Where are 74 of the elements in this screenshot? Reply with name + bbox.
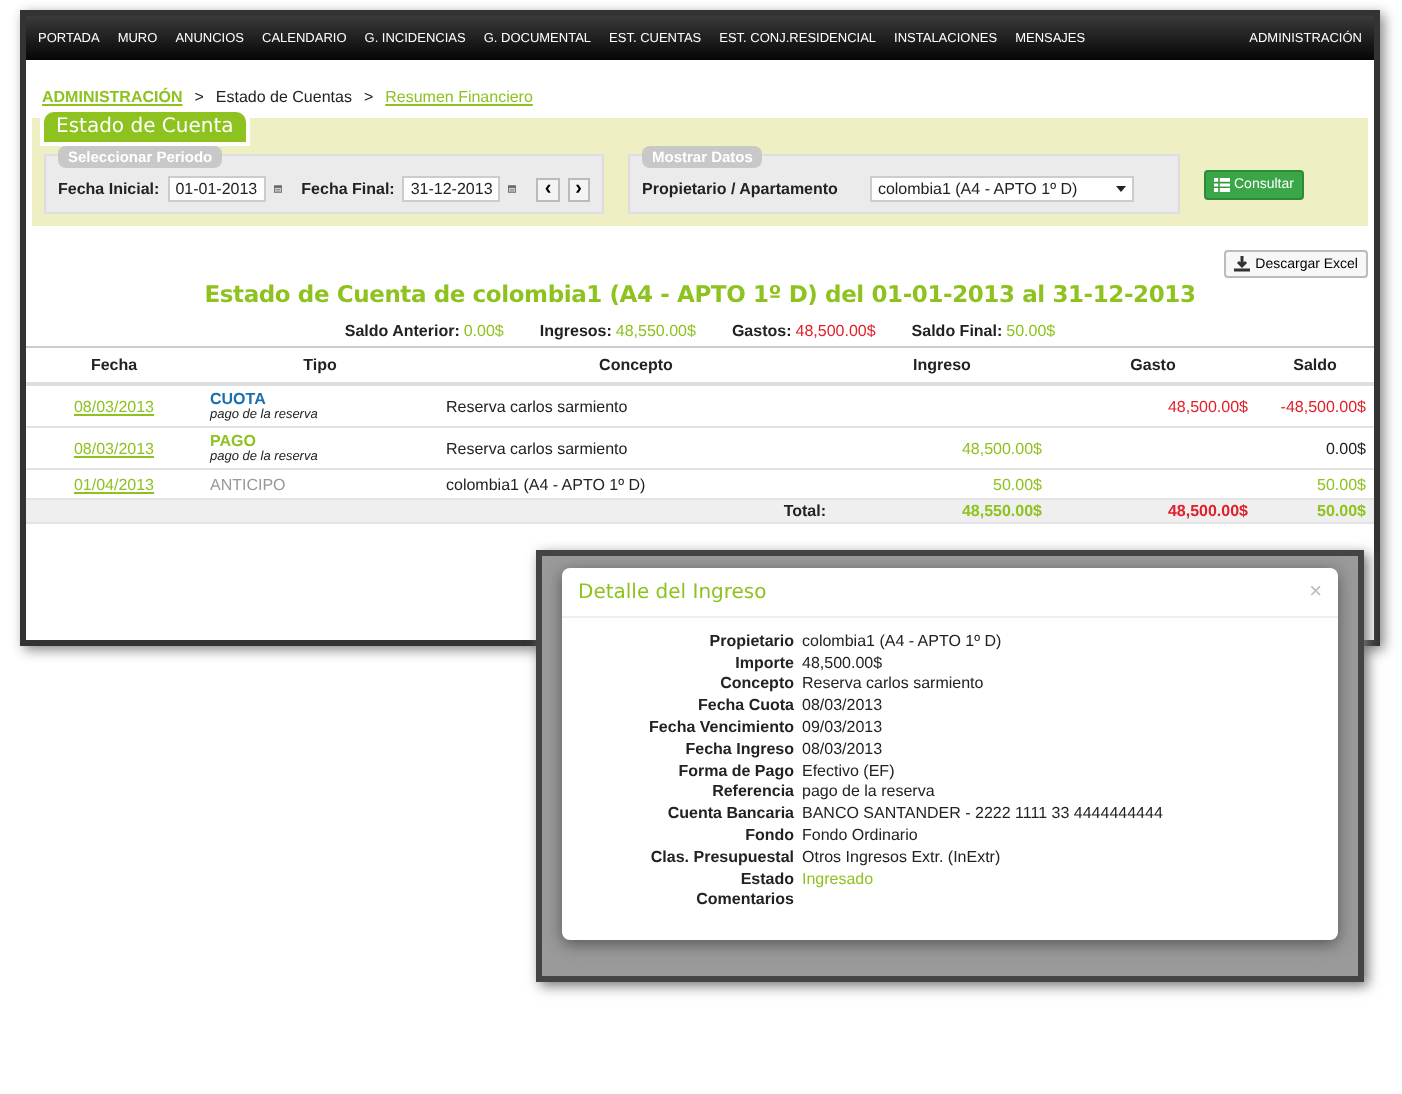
table-cell: colombia1 (A4 - APTO 1º D): [446, 475, 646, 493]
type-label: CUOTA: [210, 390, 268, 408]
detail-value: pago de la reserva: [802, 782, 935, 801]
detail-value: Ingresado: [802, 869, 874, 888]
detail-value: Otros Ingresos Extr. (InExtr): [802, 847, 1001, 866]
summary-label: Ingresos:: [539, 322, 612, 340]
detail-value: BANCO SANTANDER - 2222 1111 33 4444444444: [802, 804, 1163, 823]
column-header: Ingreso: [834, 347, 1050, 384]
next-button[interactable]: ›: [567, 177, 590, 201]
download-icon: [1233, 256, 1250, 272]
table-icon: [1214, 177, 1230, 191]
type-label: PAGO: [210, 432, 258, 450]
detail-label: Concepto: [718, 674, 794, 693]
detail-label: Referencia: [710, 782, 794, 801]
table-cell: 48,500.00$: [961, 439, 1042, 457]
detail-label: Propietario: [707, 631, 794, 650]
breadcrumb-current: Estado de Cuentas: [215, 88, 352, 106]
caret-icon: [1115, 186, 1126, 192]
table-cell: 0.00$: [1325, 439, 1366, 457]
column-header: Concepto: [438, 347, 834, 384]
calendar-icon[interactable]: [273, 180, 282, 198]
detail-label: Fecha Ingreso: [683, 739, 794, 758]
table-cell: 48,500.00$: [1167, 397, 1248, 415]
date-field[interactable]: 01-01-2013: [167, 176, 266, 202]
field-label: Fecha Inicial:: [58, 180, 160, 198]
table-cell: 50.00$: [1317, 475, 1366, 493]
table-cell: Reserva carlos sarmiento: [446, 397, 628, 415]
panel-title: Estado de Cuenta: [44, 112, 246, 142]
column-header: Fecha: [26, 347, 202, 384]
column-header: Gasto: [1050, 347, 1256, 384]
summary-label: Gastos:: [731, 322, 792, 340]
detail-value: 09/03/2013: [802, 718, 883, 737]
detail-value: Reserva carlos sarmiento: [802, 674, 984, 693]
table-cell: Reserva carlos sarmiento: [446, 439, 628, 457]
detail-label: Fondo: [743, 826, 794, 845]
report-title: Estado de Cuenta de colombia1 (A4 - APTO 1º D) del 01-01-2013 al 31-12-2013: [202, 280, 1198, 308]
detail-value: 08/03/2013: [802, 696, 883, 715]
field-label: Fecha Final:: [301, 180, 395, 198]
detail-value: 08/03/2013: [802, 739, 883, 758]
breadcrumb-separator: >: [363, 88, 374, 106]
detail-label: Fecha Cuota: [695, 696, 794, 715]
field-label: Propietario / Apartamento: [642, 180, 838, 198]
detail-value: 48,500.00$: [802, 653, 883, 672]
table-cell: 48,500.00$: [1167, 502, 1248, 520]
detail-label: Importe: [733, 653, 794, 672]
detail-label: Estado: [738, 869, 794, 888]
owner-dropdown[interactable]: colombia1 (A4 - APTO 1º D): [869, 176, 1134, 202]
summary-label: Saldo Final:: [911, 322, 1003, 340]
table-cell: -48,500.00$: [1280, 397, 1366, 415]
summary-label: Saldo Anterior:: [344, 322, 460, 340]
date-field[interactable]: 31-12-2013: [402, 176, 501, 202]
dialog-title: Detalle del Ingreso: [578, 581, 767, 603]
column-header: Saldo: [1256, 347, 1374, 384]
previous-button[interactable]: ‹: [536, 177, 560, 201]
calendar-icon[interactable]: [508, 180, 517, 198]
detail-label: Fecha Vencimiento: [647, 718, 794, 737]
table-cell: 50.00$: [1317, 502, 1366, 520]
total-label: Total:: [783, 502, 826, 520]
detail-label: Clas. Presupuestal: [648, 847, 794, 866]
detail-label: Forma de Pago: [676, 761, 794, 780]
detail-label: Comentarios: [694, 890, 794, 909]
column-header: Tipo: [202, 347, 438, 384]
detail-label: Cuenta Bancaria: [665, 804, 794, 823]
summary-value: 48,550.00$: [615, 322, 696, 340]
type-label: ANTICIPO: [210, 475, 288, 493]
summary-value: 0.00$: [463, 322, 504, 340]
summary-value: 48,500.00$: [795, 322, 876, 340]
detail-value: colombia1 (A4 - APTO 1º D): [802, 631, 1002, 650]
breadcrumb-separator: >: [194, 88, 204, 106]
detail-value: Fondo Ordinario: [802, 826, 918, 845]
table-cell: 48,550.00$: [961, 502, 1042, 520]
table-cell: 50.00$: [993, 475, 1042, 493]
summary-value: 50.00$: [1006, 322, 1056, 340]
detail-value: Efectivo (EF): [802, 761, 895, 780]
